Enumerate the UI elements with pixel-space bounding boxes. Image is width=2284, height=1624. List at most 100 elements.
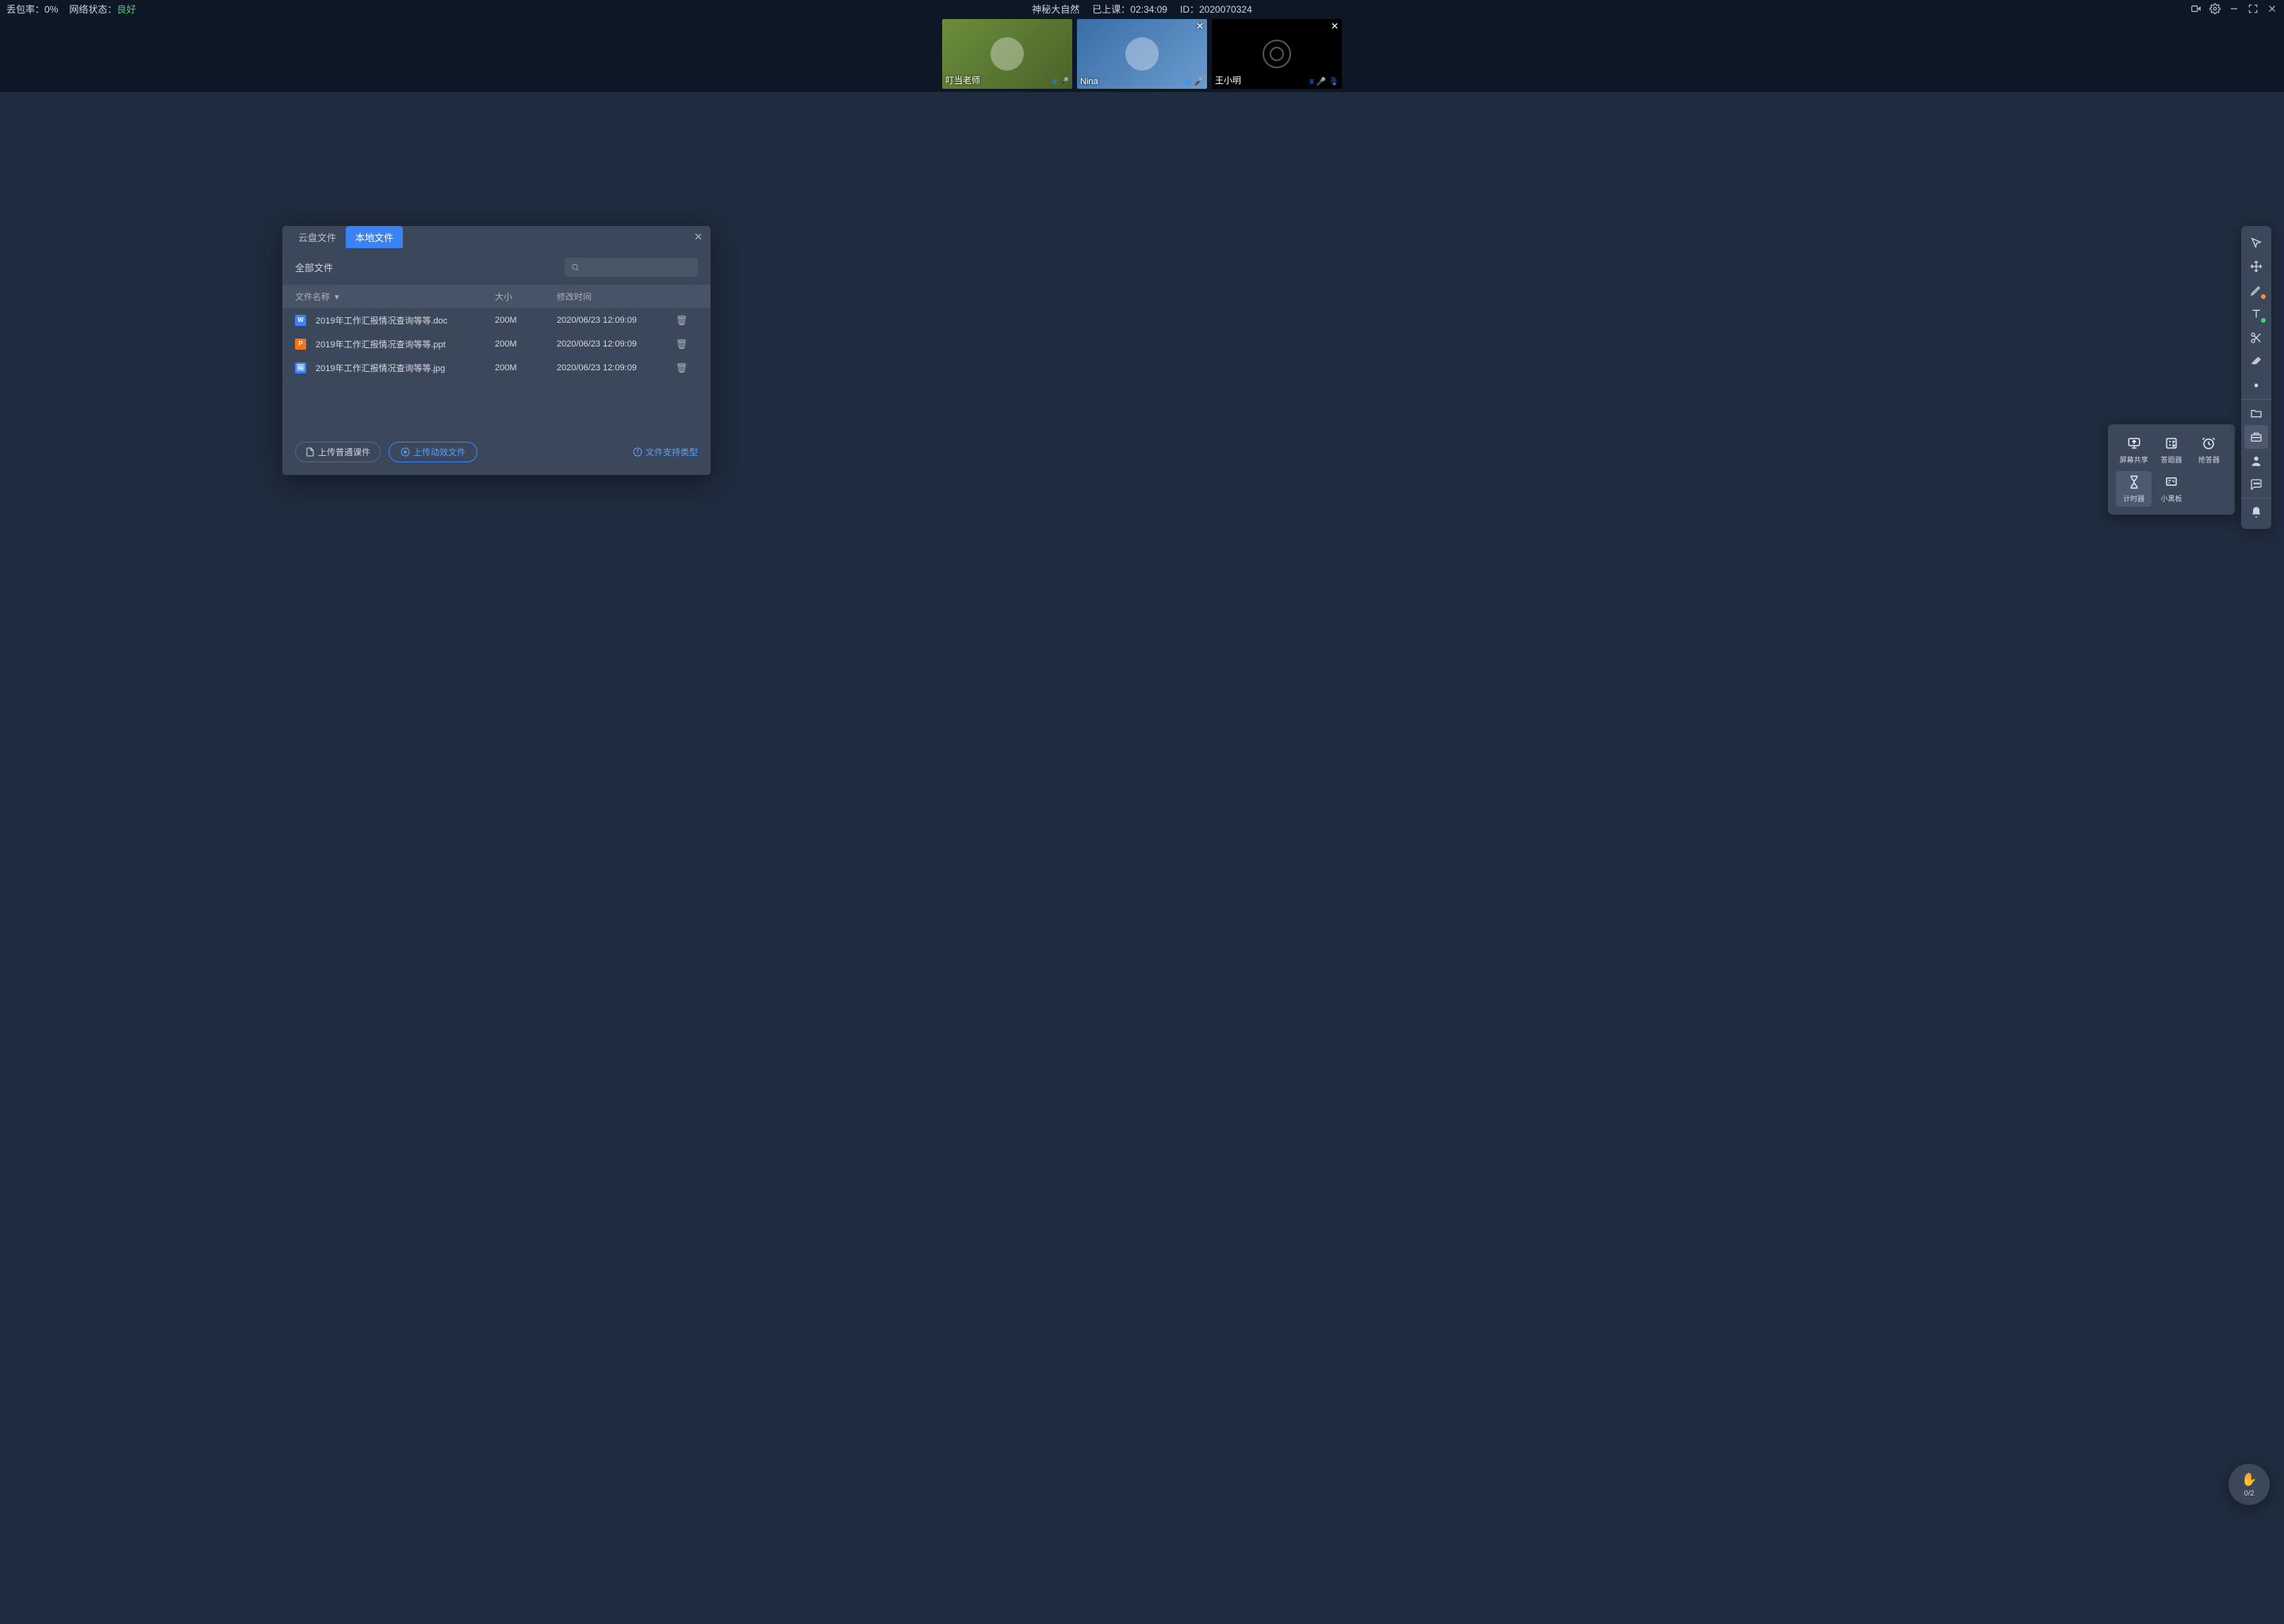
participant-tile[interactable]: 叮当老师 ≡ 🎤 bbox=[942, 19, 1072, 89]
close-icon[interactable] bbox=[2267, 3, 2278, 14]
camera-off-icon bbox=[1263, 40, 1291, 68]
record-icon[interactable] bbox=[2190, 3, 2202, 14]
delete-icon[interactable]: 🗑 bbox=[676, 315, 688, 326]
minimize-icon[interactable] bbox=[2228, 3, 2240, 14]
tool-chat[interactable] bbox=[2244, 473, 2268, 496]
hand-icon: ✋ bbox=[2241, 1472, 2257, 1488]
room-title: 神秘大自然 bbox=[1032, 2, 1079, 16]
upload-dynamic-button[interactable]: 上传动效文件 bbox=[389, 442, 477, 462]
signal-icon: ≡ bbox=[1052, 78, 1057, 86]
hourglass-icon bbox=[2126, 474, 2142, 490]
network-status: 网络状态：良好 bbox=[69, 2, 136, 16]
upload-normal-button[interactable]: 上传普通课件 bbox=[295, 442, 381, 462]
classed-label: 已上课： bbox=[1092, 4, 1130, 15]
delete-icon[interactable]: 🗑 bbox=[676, 362, 688, 373]
file-row[interactable]: 🖼 2019年工作汇报情况查询等等.jpg 200M 2020/06/23 12… bbox=[282, 356, 711, 380]
tool-eraser[interactable] bbox=[2244, 350, 2268, 373]
right-toolbar bbox=[2241, 226, 2271, 529]
file-row[interactable]: P 2019年工作汇报情况查询等等.ppt 200M 2020/06/23 12… bbox=[282, 332, 711, 356]
hand-raise-button[interactable]: ✋ 0/2 bbox=[2228, 1464, 2270, 1505]
tool-toolbox[interactable] bbox=[2244, 425, 2268, 449]
tool-users[interactable] bbox=[2244, 449, 2268, 473]
upload-dynamic-label: 上传动效文件 bbox=[413, 446, 466, 458]
participant-status-icons: ≡ 🎤 bbox=[1052, 78, 1069, 86]
participant-tile[interactable]: ✕ Nina ◎ 🎤 bbox=[1077, 19, 1207, 89]
screen-share-icon bbox=[2126, 435, 2142, 451]
file-time: 2020/06/23 12:09:09 bbox=[557, 363, 676, 373]
mic-icon: 🎙 bbox=[1328, 78, 1339, 86]
alarm-icon bbox=[2201, 435, 2217, 451]
tool-screen-share[interactable]: 屏幕共享 bbox=[2116, 432, 2152, 468]
file-name: 2019年工作汇报情况查询等等.ppt bbox=[316, 338, 446, 350]
fullscreen-icon[interactable] bbox=[2248, 3, 2259, 14]
color-indicator-icon bbox=[2261, 318, 2266, 323]
file-size: 200M bbox=[495, 316, 557, 325]
file-time: 2020/06/23 12:09:09 bbox=[557, 316, 676, 325]
tool-label: 屏幕共享 bbox=[2120, 454, 2148, 465]
search-input-wrapper[interactable] bbox=[565, 258, 698, 277]
tool-brightness[interactable] bbox=[2244, 373, 2268, 397]
sort-icon: ▾ bbox=[335, 292, 339, 302]
tool-bell[interactable] bbox=[2244, 500, 2268, 524]
tile-close-icon[interactable]: ✕ bbox=[1331, 21, 1339, 32]
hand-raise-count: 0/2 bbox=[2244, 1489, 2255, 1497]
tool-answer[interactable]: 答题器 bbox=[2153, 432, 2189, 468]
participant-video-strip: 叮当老师 ≡ 🎤 ✕ Nina ◎ 🎤 ✕ 王小明 ≡ 🎤 🎙 bbox=[0, 17, 2284, 92]
tool-label: 计时器 bbox=[2123, 493, 2144, 504]
dialog-close-icon[interactable]: ✕ bbox=[694, 231, 703, 243]
tab-cloud-files[interactable]: 云盘文件 bbox=[289, 226, 346, 248]
supported-types-label: 文件支持类型 bbox=[646, 446, 698, 458]
file-time: 2020/06/23 12:09:09 bbox=[557, 339, 676, 349]
document-icon bbox=[305, 447, 315, 457]
tab-local-files[interactable]: 本地文件 bbox=[346, 226, 403, 248]
info-icon bbox=[633, 447, 642, 457]
dialog-footer: 上传普通课件 上传动效文件 文件支持类型 bbox=[282, 427, 711, 475]
col-name-label: 文件名称 bbox=[295, 290, 330, 303]
file-type-icon: W bbox=[295, 315, 306, 326]
tool-folder[interactable] bbox=[2244, 401, 2268, 425]
tool-blackboard[interactable]: 小黑板 bbox=[2153, 471, 2189, 507]
tool-pen[interactable] bbox=[2244, 278, 2268, 302]
toolbar-divider bbox=[2241, 399, 2271, 400]
packet-loss-value: 0% bbox=[44, 4, 58, 15]
col-header-size[interactable]: 大小 bbox=[495, 290, 557, 303]
tool-pointer[interactable] bbox=[2244, 231, 2268, 255]
classed-value: 02:34:09 bbox=[1130, 4, 1167, 15]
tile-close-icon[interactable]: ✕ bbox=[1196, 21, 1204, 32]
col-header-name[interactable]: 文件名称 ▾ bbox=[295, 290, 495, 303]
file-type-icon: P bbox=[295, 339, 306, 350]
class-duration: 已上课：02:34:09 bbox=[1092, 2, 1167, 16]
file-row[interactable]: W 2019年工作汇报情况查询等等.doc 200M 2020/06/23 12… bbox=[282, 308, 711, 332]
file-name: 2019年工作汇报情况查询等等.doc bbox=[316, 314, 447, 327]
all-files-label: 全部文件 bbox=[295, 261, 333, 274]
supported-types-link[interactable]: 文件支持类型 bbox=[633, 446, 698, 458]
participant-tile[interactable]: ✕ 王小明 ≡ 🎤 🎙 bbox=[1212, 19, 1342, 89]
tool-text[interactable] bbox=[2244, 302, 2268, 326]
tool-label: 抢答器 bbox=[2198, 454, 2220, 465]
dialog-tabs: 云盘文件 本地文件 ✕ bbox=[282, 226, 711, 248]
participant-status-icons: ◎ 🎤 bbox=[1185, 78, 1204, 86]
upload-normal-label: 上传普通课件 bbox=[318, 446, 370, 458]
tool-timer[interactable]: 计时器 bbox=[2116, 471, 2152, 507]
delete-icon[interactable]: 🗑 bbox=[676, 339, 688, 350]
signal-icon: ◎ bbox=[1185, 78, 1192, 86]
search-icon bbox=[571, 262, 580, 272]
toolbar-divider bbox=[2241, 498, 2271, 499]
signal-icon: ≡ bbox=[1309, 78, 1314, 86]
participant-name: Nina bbox=[1080, 77, 1098, 86]
file-dialog: 云盘文件 本地文件 ✕ 全部文件 文件名称 ▾ 大小 修改时间 W 2019年工… bbox=[282, 226, 711, 475]
network-label: 网络状态： bbox=[69, 4, 117, 15]
tool-responder[interactable]: 抢答器 bbox=[2191, 432, 2227, 468]
search-input[interactable] bbox=[583, 262, 692, 272]
tool-scissors[interactable] bbox=[2244, 326, 2268, 350]
col-header-time[interactable]: 修改时间 bbox=[557, 290, 676, 303]
file-table-header: 文件名称 ▾ 大小 修改时间 bbox=[282, 285, 711, 308]
participant-name: 王小明 bbox=[1215, 74, 1241, 86]
file-type-icon: 🖼 bbox=[295, 362, 306, 373]
packet-loss-label: 丢包率： bbox=[6, 4, 44, 15]
file-size: 200M bbox=[495, 363, 557, 373]
tool-label: 答题器 bbox=[2160, 454, 2182, 465]
gear-icon[interactable] bbox=[2209, 3, 2221, 14]
tool-move[interactable] bbox=[2244, 255, 2268, 278]
network-value: 良好 bbox=[117, 4, 136, 15]
